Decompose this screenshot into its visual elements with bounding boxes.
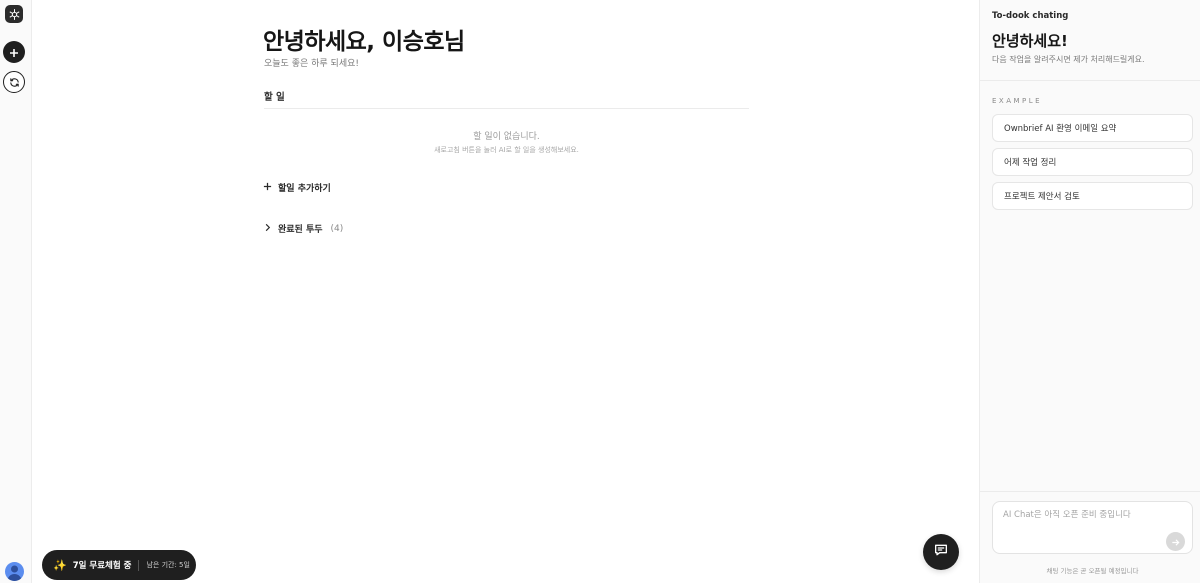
page-title: 안녕하세요, 이승호님 [263, 29, 465, 55]
left-sidebar [0, 0, 32, 583]
chat-panel-title: To-dook chating [992, 11, 1069, 21]
plus-icon [263, 182, 272, 194]
trial-banner[interactable]: ✨ 7일 무료체험 중 남은 기간: 5일 [42, 550, 196, 580]
completed-todos-count: (4) [330, 223, 344, 234]
example-label: EXAMPLE [992, 97, 1043, 105]
page-subtitle: 오늘도 좋은 하루 되세요! [264, 59, 359, 69]
example-prompt[interactable]: 프로젝트 제안서 검토 [992, 182, 1193, 210]
add-todo-label: 할일 추가하기 [278, 184, 331, 194]
add-todo-button[interactable]: 할일 추가하기 [263, 181, 331, 194]
divider [138, 559, 140, 571]
arrow-right-icon [1171, 532, 1180, 551]
chat-input[interactable] [1003, 510, 1173, 520]
trial-remaining: 남은 기간: 5일 [146, 561, 190, 569]
sparkles-icon: ✨ [53, 558, 67, 572]
example-prompt-label: 프로젝트 제안서 검토 [1004, 192, 1080, 202]
refresh-icon [9, 73, 20, 92]
user-avatar-icon[interactable] [5, 562, 24, 581]
chat-subtitle: 다음 작업을 알려주시면 제가 처리해드릴게요. [992, 55, 1145, 64]
example-prompt-label: Ownbrief AI 환영 이메일 요약 [1004, 124, 1117, 134]
section-divider [264, 108, 749, 109]
example-prompt[interactable]: 어제 작업 정리 [992, 148, 1193, 176]
completed-todos-label: 완료된 투두 [278, 225, 323, 235]
new-todo-button[interactable] [3, 41, 25, 63]
chat-toggle-button[interactable] [923, 534, 959, 570]
chat-availability-note: 채팅 기능은 곧 오픈될 예정입니다 [1046, 567, 1139, 575]
todo-section-label: 할 일 [264, 92, 285, 103]
refresh-button[interactable] [3, 71, 25, 93]
panel-divider [980, 80, 1200, 81]
panel-divider [980, 491, 1200, 492]
completed-todos-toggle[interactable]: 완료된 투두 (4) [263, 222, 343, 235]
openai-logo-icon[interactable] [5, 5, 23, 23]
trial-status: 7일 무료체험 중 [72, 561, 132, 571]
send-button[interactable] [1166, 532, 1185, 551]
chat-input-box [992, 501, 1193, 554]
plus-icon [9, 43, 19, 62]
chat-panel: To-dook chating 안녕하세요! 다음 작업을 알려주시면 제가 처… [979, 0, 1200, 583]
chat-bubble-icon [933, 542, 949, 562]
chat-greeting: 안녕하세요! [992, 32, 1068, 50]
empty-state-hint: 새로고침 버튼을 눌러 AI로 할 일을 생성해보세요. [434, 146, 579, 154]
chevron-right-icon [263, 223, 272, 235]
empty-state-title: 할 일이 없습니다. [473, 132, 540, 142]
example-prompt[interactable]: Ownbrief AI 환영 이메일 요약 [992, 114, 1193, 142]
example-prompt-label: 어제 작업 정리 [1004, 158, 1057, 168]
